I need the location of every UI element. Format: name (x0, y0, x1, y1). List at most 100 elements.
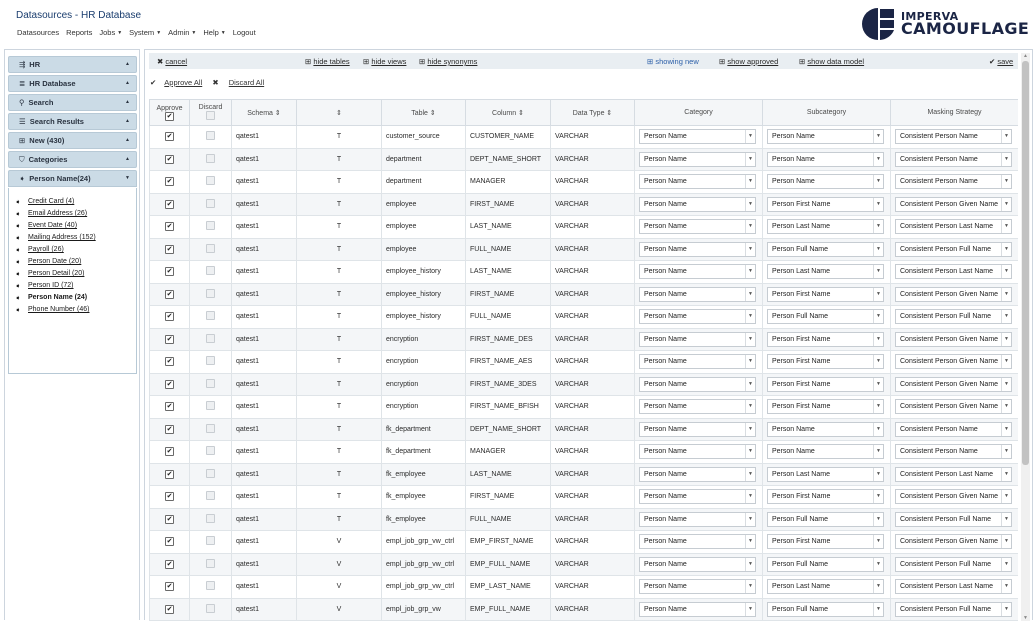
masking-strategy-select[interactable]: Consistent Person Given Name ▼ (895, 286, 1012, 302)
chevron-up-icon[interactable]: ▲ (125, 118, 130, 124)
discard-checkbox[interactable] (206, 603, 215, 613)
discard-checkbox[interactable] (206, 311, 215, 321)
category-select[interactable]: Person Name ▼ (639, 444, 756, 460)
discard-checkbox[interactable] (206, 423, 215, 433)
discard-checkbox[interactable] (206, 333, 215, 343)
show-approved-button[interactable]: ⊞ show approved (719, 57, 778, 66)
masking-strategy-select[interactable]: Consistent Person Last Name ▼ (895, 579, 1012, 595)
approve-checkbox[interactable]: ✔ (165, 492, 174, 502)
subcategory-select[interactable]: Person Last Name ▼ (767, 264, 884, 280)
col-type[interactable]: ⇕ (296, 99, 382, 126)
category-select[interactable]: Person Name ▼ (639, 579, 756, 595)
subcategory-select[interactable]: Person Name ▼ (767, 444, 884, 460)
subcategory-select[interactable]: Person First Name ▼ (767, 331, 884, 347)
discard-checkbox[interactable] (206, 356, 215, 366)
hide-views-button[interactable]: ⊞ hide views (363, 57, 406, 66)
category-link[interactable]: ➧ Credit Card (4) (15, 198, 74, 206)
chevron-up-icon[interactable]: ▲ (125, 80, 130, 86)
nav-item-logout[interactable]: Logout (233, 28, 256, 37)
approve-checkbox[interactable]: ✔ (165, 177, 174, 187)
category-link[interactable]: ➧ Email Address (26) (15, 210, 87, 218)
discard-checkbox[interactable] (206, 198, 215, 208)
subcategory-select[interactable]: Person First Name ▼ (767, 376, 884, 392)
approve-checkbox[interactable]: ✔ (165, 514, 174, 524)
subcategory-select[interactable]: Person First Name ▼ (767, 196, 884, 212)
nav-item-jobs[interactable]: Jobs ▼ (99, 28, 122, 37)
masking-strategy-select[interactable]: Consistent Person Last Name ▼ (895, 219, 1012, 235)
sidebar-section-search-results[interactable]: ☰ Search Results ▲ (8, 113, 137, 130)
approve-checkbox[interactable]: ✔ (165, 537, 174, 547)
masking-strategy-select[interactable]: Consistent Person Full Name ▼ (895, 556, 1012, 572)
approve-checkbox[interactable]: ✔ (165, 267, 174, 277)
chevron-down-icon[interactable]: ▼ (125, 175, 130, 181)
approve-checkbox[interactable]: ✔ (165, 559, 174, 569)
masking-strategy-select[interactable]: Consistent Person Full Name ▼ (895, 511, 1012, 527)
subcategory-select[interactable]: Person Full Name ▼ (767, 556, 884, 572)
subcategory-select[interactable]: Person Last Name ▼ (767, 466, 884, 482)
discard-checkbox[interactable] (206, 536, 215, 546)
discard-checkbox[interactable] (206, 513, 215, 523)
col-schema[interactable]: Schema ⇕ (231, 99, 297, 126)
chevron-up-icon[interactable]: ▲ (125, 156, 130, 162)
category-link[interactable]: ➧ Person ID (72) (15, 282, 74, 290)
discard-checkbox[interactable] (206, 401, 215, 411)
subcategory-select[interactable]: Person First Name ▼ (767, 399, 884, 415)
masking-strategy-select[interactable]: Consistent Person Given Name ▼ (895, 534, 1012, 550)
hide-synonyms-button[interactable]: ⊞ hide synonyms (419, 57, 477, 66)
subcategory-select[interactable]: Person Name ▼ (767, 129, 884, 145)
chevron-up-icon[interactable]: ▲ (125, 99, 130, 105)
masking-strategy-select[interactable]: Consistent Person Given Name ▼ (895, 196, 1012, 212)
category-select[interactable]: Person Name ▼ (639, 286, 756, 302)
subcategory-select[interactable]: Person Full Name ▼ (767, 601, 884, 617)
category-link[interactable]: ➧ Payroll (26) (15, 246, 64, 254)
discard-all-button[interactable]: ✖ Discard All (212, 78, 264, 87)
masking-strategy-select[interactable]: Consistent Person Given Name ▼ (895, 354, 1012, 370)
category-select[interactable]: Person Name ▼ (639, 399, 756, 415)
approve-checkbox[interactable]: ✔ (165, 199, 174, 209)
approve-checkbox[interactable]: ✔ (165, 604, 174, 614)
show-data-model-button[interactable]: ⊞ show data model (799, 57, 864, 66)
approve-checkbox[interactable]: ✔ (165, 289, 174, 299)
category-select[interactable]: Person Name ▼ (639, 241, 756, 257)
approve-checkbox[interactable]: ✔ (165, 402, 174, 412)
subcategory-select[interactable]: Person Name ▼ (767, 151, 884, 167)
subcategory-select[interactable]: Person First Name ▼ (767, 286, 884, 302)
category-select[interactable]: Person Name ▼ (639, 309, 756, 325)
subcategory-select[interactable]: Person Last Name ▼ (767, 219, 884, 235)
masking-strategy-select[interactable]: Consistent Person Last Name ▼ (895, 264, 1012, 280)
masking-strategy-select[interactable]: Consistent Person Full Name ▼ (895, 309, 1012, 325)
approve-all-checkbox[interactable]: ✔ (165, 111, 174, 121)
category-link[interactable]: ➧ Person Name (24) (15, 294, 87, 302)
subcategory-select[interactable]: Person Name ▼ (767, 174, 884, 190)
category-select[interactable]: Person Name ▼ (639, 174, 756, 190)
masking-strategy-select[interactable]: Consistent Person Last Name ▼ (895, 466, 1012, 482)
masking-strategy-select[interactable]: Consistent Person Name ▼ (895, 421, 1012, 437)
category-select[interactable]: Person Name ▼ (639, 219, 756, 235)
category-link[interactable]: ➧ Phone Number (46) (15, 306, 89, 314)
subcategory-select[interactable]: Person Full Name ▼ (767, 511, 884, 527)
scrollbar-thumb[interactable] (1022, 61, 1029, 465)
approve-checkbox[interactable]: ✔ (165, 222, 174, 232)
subcategory-select[interactable]: Person Last Name ▼ (767, 579, 884, 595)
subcategory-select[interactable]: Person Name ▼ (767, 421, 884, 437)
showing-new-button[interactable]: ⊞ showing new (647, 57, 699, 66)
masking-strategy-select[interactable]: Consistent Person Given Name ▼ (895, 399, 1012, 415)
category-select[interactable]: Person Name ▼ (639, 151, 756, 167)
col-column[interactable]: Column ⇕ (465, 99, 551, 126)
sidebar-section-categories[interactable]: ⛉ Categories ▲ (8, 151, 137, 168)
category-select[interactable]: Person Name ▼ (639, 376, 756, 392)
masking-strategy-select[interactable]: Consistent Person Name ▼ (895, 129, 1012, 145)
discard-checkbox[interactable] (206, 288, 215, 298)
col-data-type[interactable]: Data Type ⇕ (550, 99, 635, 126)
discard-checkbox[interactable] (206, 446, 215, 456)
discard-checkbox[interactable] (206, 581, 215, 591)
masking-strategy-select[interactable]: Consistent Person Given Name ▼ (895, 331, 1012, 347)
approve-checkbox[interactable]: ✔ (165, 244, 174, 254)
discard-checkbox[interactable] (206, 176, 215, 186)
nav-item-admin[interactable]: Admin ▼ (168, 28, 196, 37)
category-select[interactable]: Person Name ▼ (639, 421, 756, 437)
category-link[interactable]: ➧ Mailing Address (152) (15, 234, 96, 242)
category-select[interactable]: Person Name ▼ (639, 129, 756, 145)
subcategory-select[interactable]: Person Full Name ▼ (767, 309, 884, 325)
discard-checkbox[interactable] (206, 468, 215, 478)
